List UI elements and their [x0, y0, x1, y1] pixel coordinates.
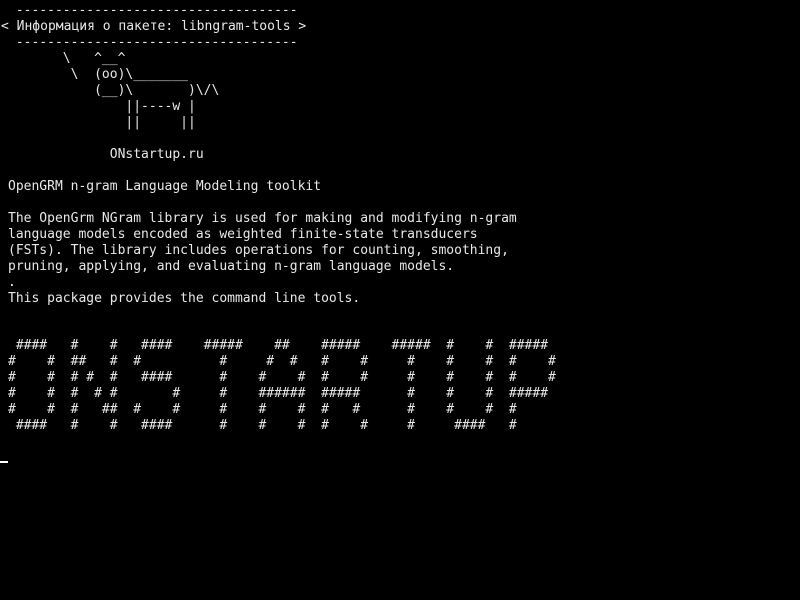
banner-ascii-line: # # ## # # # # # # # # # # # #	[8, 354, 556, 369]
bubble-title-line: < Информация о пакете: libngram-tools >	[1, 19, 307, 34]
package-summary: OpenGRM n-gram Language Modeling toolkit	[8, 179, 322, 194]
banner-ascii-line: #### # # #### ##### ## ##### ##### # # #…	[8, 338, 549, 353]
description-line: .	[8, 275, 16, 290]
bubble-top-border: ------------------------------------	[8, 3, 298, 18]
banner-ascii-line: # # # ## # # # # # # # # # # #	[8, 402, 517, 417]
text-cursor	[0, 461, 8, 463]
banner-ascii-line: # # # # # #### # # # # # # # # # #	[8, 370, 556, 385]
description-line: This package provides the command line t…	[8, 291, 361, 306]
site-signature: ONstartup.ru	[8, 147, 204, 162]
banner-ascii-line: #### # # #### # # # # # # #### #	[8, 418, 517, 433]
banner-ascii-line: # # # # # # # ###### ##### # # # #####	[8, 386, 549, 401]
terminal-screen[interactable]: ------------------------------------ < И…	[0, 0, 800, 600]
cow-ascii-line: \ ^__^	[8, 51, 126, 66]
cow-ascii-line: ||----w |	[8, 99, 196, 114]
description-line: language models encoded as weighted fini…	[8, 227, 478, 242]
cow-ascii-line: || ||	[8, 115, 196, 130]
description-line: (FSTs). The library includes operations …	[8, 243, 509, 258]
description-line: pruning, applying, and evaluating n-gram…	[8, 259, 455, 274]
bubble-bottom-border: ------------------------------------	[8, 35, 298, 50]
description-line: The OpenGrm NGram library is used for ma…	[8, 211, 517, 226]
cow-ascii-line: \ (oo)\_______	[8, 67, 189, 82]
cow-ascii-line: (__)\ )\/\	[8, 83, 220, 98]
